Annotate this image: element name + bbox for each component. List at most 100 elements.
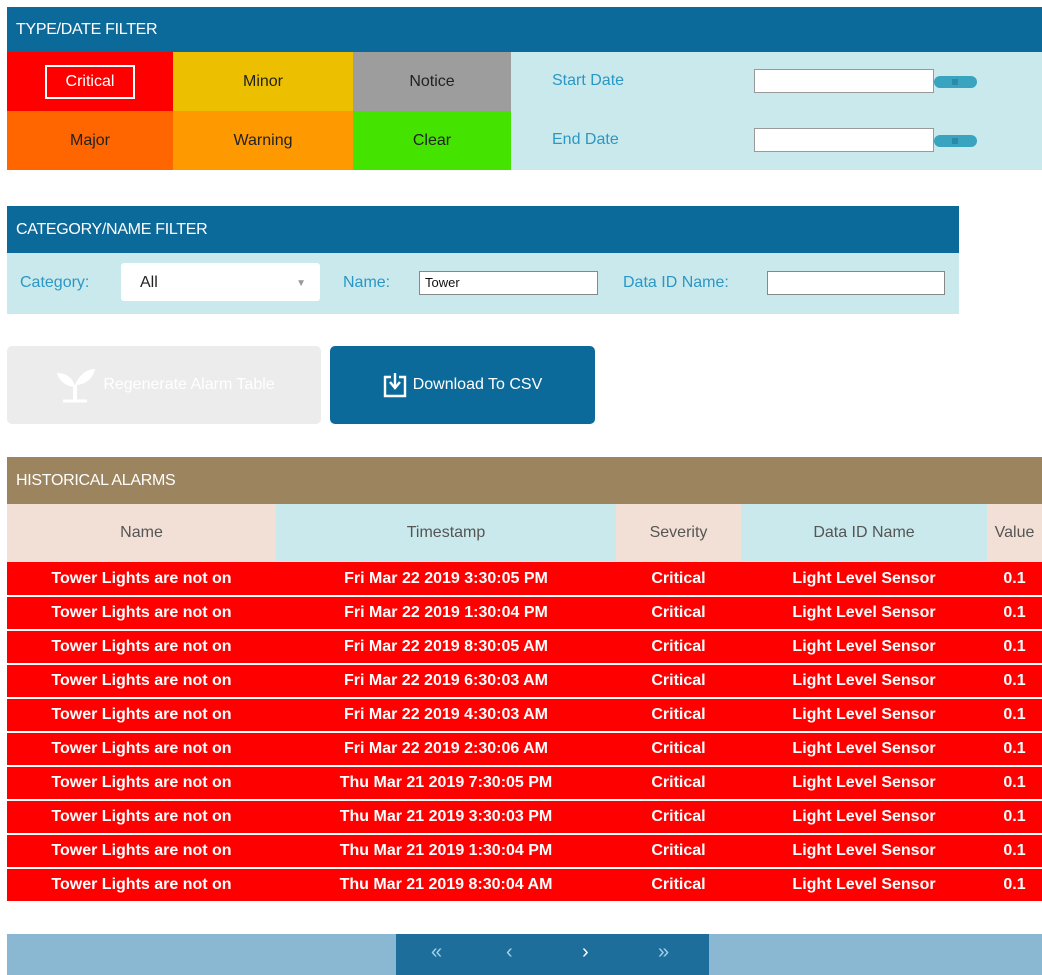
download-box-icon xyxy=(383,373,406,398)
chevron-down-icon: ▼ xyxy=(296,278,306,289)
severity-minor-label: Minor xyxy=(242,72,283,90)
category-name-filter-panel: CATEGORY/NAME FILTER Category: All ▼ Nam… xyxy=(7,206,959,314)
column-header-severity[interactable]: Severity xyxy=(616,504,741,562)
cell-value: 0.1 xyxy=(987,800,1042,835)
end-date-label: End Date xyxy=(552,131,619,148)
table-row[interactable]: Tower Lights are not on Fri Mar 22 2019 … xyxy=(7,596,1042,631)
table-row[interactable]: Tower Lights are not on Fri Mar 22 2019 … xyxy=(7,630,1042,665)
severity-minor-button[interactable]: Minor xyxy=(173,52,353,111)
cell-value: 0.1 xyxy=(987,766,1042,801)
severity-notice-button[interactable]: Notice xyxy=(353,52,511,111)
cell-value: 0.1 xyxy=(987,868,1042,903)
plant-sprout-icon xyxy=(57,369,96,403)
cell-value: 0.1 xyxy=(987,834,1042,869)
cell-timestamp: Thu Mar 21 2019 1:30:04 PM xyxy=(276,834,616,869)
cell-severity: Critical xyxy=(616,664,741,699)
cell-name: Tower Lights are not on xyxy=(7,732,276,767)
last-page-icon[interactable]: » xyxy=(658,941,669,964)
start-date-picker-icon[interactable] xyxy=(934,76,977,88)
cell-severity: Critical xyxy=(616,630,741,665)
category-name-filter-title: CATEGORY/NAME FILTER xyxy=(7,206,959,253)
cell-name: Tower Lights are not on xyxy=(7,800,276,835)
cell-name: Tower Lights are not on xyxy=(7,868,276,903)
cell-data-id-name: Light Level Sensor xyxy=(741,562,987,597)
severity-clear-label: Clear xyxy=(412,131,452,149)
cell-value: 0.1 xyxy=(987,698,1042,733)
table-row[interactable]: Tower Lights are not on Thu Mar 21 2019 … xyxy=(7,868,1042,903)
cell-severity: Critical xyxy=(616,732,741,767)
cell-value: 0.1 xyxy=(987,732,1042,767)
severity-clear-button[interactable]: Clear xyxy=(353,111,511,170)
cell-data-id-name: Light Level Sensor xyxy=(741,732,987,767)
end-date-picker-icon[interactable] xyxy=(934,135,977,147)
cell-timestamp: Thu Mar 21 2019 7:30:05 PM xyxy=(276,766,616,801)
historical-alarms-panel: HISTORICAL ALARMS Name Timestamp Severit… xyxy=(7,457,1042,975)
category-filter-body: Category: All ▼ Name: Tower Data ID Name… xyxy=(7,253,959,314)
severity-critical-label: Critical xyxy=(44,64,136,99)
alarms-table: Name Timestamp Severity Data ID Name Val… xyxy=(7,504,1042,903)
category-select-value: All xyxy=(140,274,158,291)
severity-warning-label: Warning xyxy=(233,131,293,149)
historical-alarms-title: HISTORICAL ALARMS xyxy=(7,457,1042,504)
severity-grid: Critical Minor Notice Major Warning Clea… xyxy=(7,52,511,170)
prev-page-icon[interactable]: ‹ xyxy=(506,941,513,964)
cell-name: Tower Lights are not on xyxy=(7,664,276,699)
cell-name: Tower Lights are not on xyxy=(7,562,276,597)
name-input[interactable]: Tower xyxy=(419,271,598,295)
cell-data-id-name: Light Level Sensor xyxy=(741,664,987,699)
cell-severity: Critical xyxy=(616,834,741,869)
cell-data-id-name: Light Level Sensor xyxy=(741,868,987,903)
cell-timestamp: Fri Mar 22 2019 1:30:04 PM xyxy=(276,596,616,631)
cell-data-id-name: Light Level Sensor xyxy=(741,834,987,869)
alarms-table-header-row: Name Timestamp Severity Data ID Name Val… xyxy=(7,504,1042,562)
type-date-filter-title: TYPE/DATE FILTER xyxy=(7,7,1042,52)
start-date-label: Start Date xyxy=(552,72,625,89)
regenerate-alarm-table-button[interactable]: Regenerate Alarm Table xyxy=(7,346,321,424)
data-id-name-input[interactable] xyxy=(767,271,945,295)
cell-name: Tower Lights are not on xyxy=(7,766,276,801)
column-header-timestamp[interactable]: Timestamp xyxy=(276,504,616,562)
severity-critical-button[interactable]: Critical xyxy=(7,52,173,111)
next-page-icon[interactable]: › xyxy=(582,941,589,964)
cell-timestamp: Thu Mar 21 2019 3:30:03 PM xyxy=(276,800,616,835)
category-label: Category: xyxy=(20,274,90,291)
table-row[interactable]: Tower Lights are not on Fri Mar 22 2019 … xyxy=(7,698,1042,733)
cell-severity: Critical xyxy=(616,596,741,631)
category-select[interactable]: All ▼ xyxy=(121,263,320,301)
pagination-controls: « ‹ › » xyxy=(396,934,709,975)
type-date-filter-panel: TYPE/DATE FILTER Critical Minor Notice M… xyxy=(7,7,1042,170)
cell-severity: Critical xyxy=(616,800,741,835)
cell-severity: Critical xyxy=(616,562,741,597)
table-row[interactable]: Tower Lights are not on Thu Mar 21 2019 … xyxy=(7,800,1042,835)
end-date-input[interactable] xyxy=(754,128,934,152)
column-header-data-id-name[interactable]: Data ID Name xyxy=(741,504,987,562)
cell-name: Tower Lights are not on xyxy=(7,834,276,869)
cell-data-id-name: Light Level Sensor xyxy=(741,698,987,733)
cell-data-id-name: Light Level Sensor xyxy=(741,800,987,835)
column-header-name[interactable]: Name xyxy=(7,504,276,562)
severity-major-button[interactable]: Major xyxy=(7,111,173,170)
column-header-value[interactable]: Value xyxy=(987,504,1042,562)
table-row[interactable]: Tower Lights are not on Fri Mar 22 2019 … xyxy=(7,562,1042,597)
severity-warning-button[interactable]: Warning xyxy=(173,111,353,170)
cell-name: Tower Lights are not on xyxy=(7,630,276,665)
table-row[interactable]: Tower Lights are not on Thu Mar 21 2019 … xyxy=(7,834,1042,869)
table-row[interactable]: Tower Lights are not on Fri Mar 22 2019 … xyxy=(7,664,1042,699)
data-id-name-label: Data ID Name: xyxy=(623,274,729,291)
cell-value: 0.1 xyxy=(987,630,1042,665)
name-label: Name: xyxy=(343,274,391,291)
cell-severity: Critical xyxy=(616,698,741,733)
cell-data-id-name: Light Level Sensor xyxy=(741,596,987,631)
cell-value: 0.1 xyxy=(987,596,1042,631)
pagination-bar: « ‹ › » xyxy=(7,934,1042,975)
cell-severity: Critical xyxy=(616,868,741,903)
first-page-icon[interactable]: « xyxy=(431,941,442,964)
table-row[interactable]: Tower Lights are not on Thu Mar 21 2019 … xyxy=(7,766,1042,801)
table-row[interactable]: Tower Lights are not on Fri Mar 22 2019 … xyxy=(7,732,1042,767)
download-csv-button[interactable]: Download To CSV xyxy=(330,346,595,424)
start-date-input[interactable] xyxy=(754,69,934,93)
cell-value: 0.1 xyxy=(987,664,1042,699)
cell-timestamp: Fri Mar 22 2019 6:30:03 AM xyxy=(276,664,616,699)
cell-severity: Critical xyxy=(616,766,741,801)
cell-value: 0.1 xyxy=(987,562,1042,597)
